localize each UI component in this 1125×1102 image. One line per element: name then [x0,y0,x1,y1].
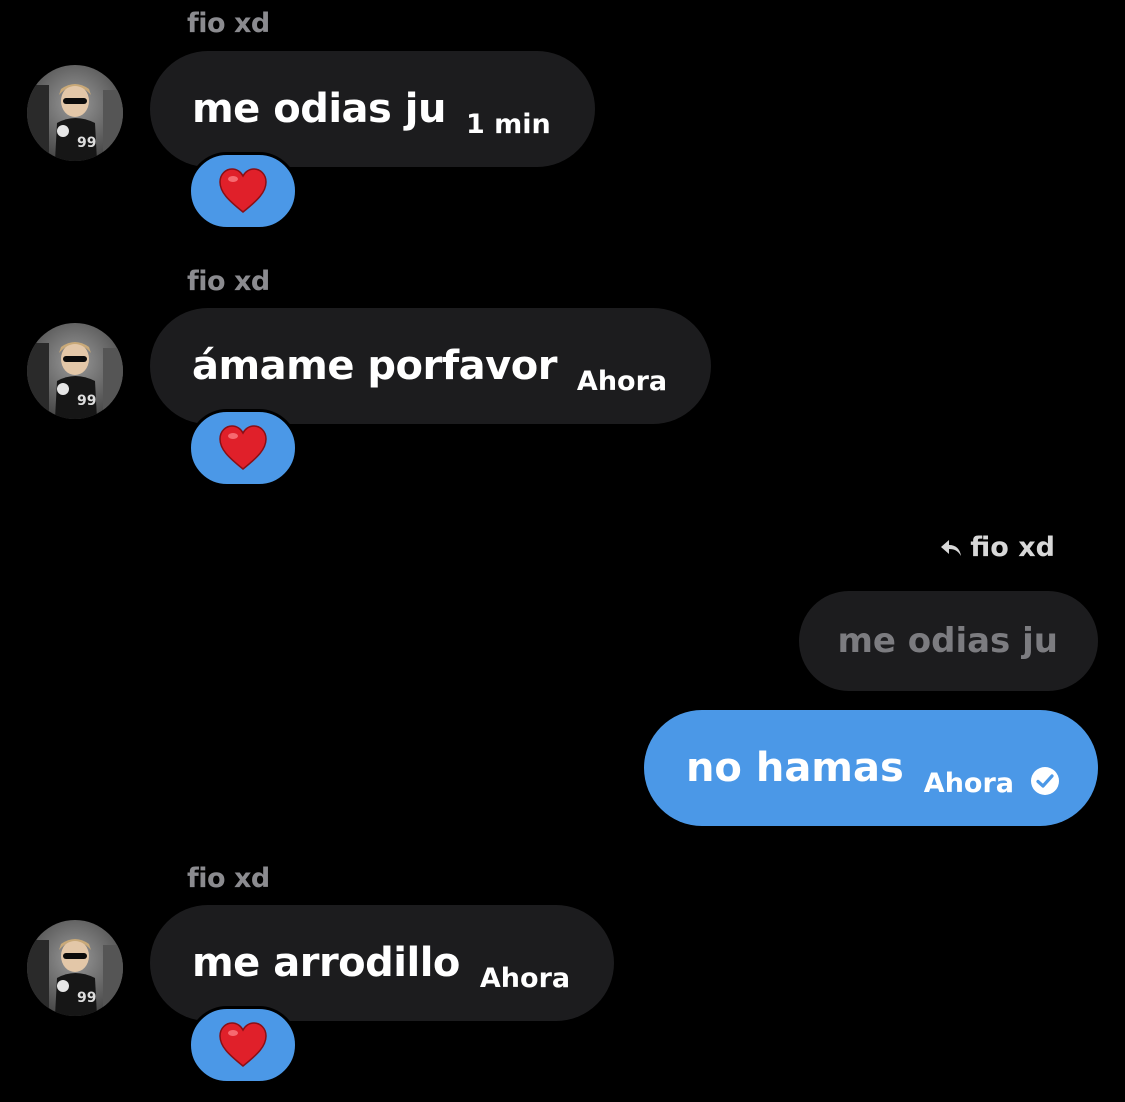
red-heart-icon [219,1022,267,1067]
message-timestamp: Ahora [576,365,668,397]
message-text: me odias ju [192,86,446,132]
message-timestamp: 1 min [465,108,551,140]
avatar[interactable]: 99 [27,920,123,1016]
quoted-text: me odias ju [837,621,1058,661]
svg-text:99: 99 [77,393,96,409]
avatar[interactable]: 99 [27,323,123,419]
message-bubble[interactable]: ámame porfavor Ahora [150,308,712,424]
svg-text:99: 99 [77,135,96,151]
reaction-badge[interactable] [188,152,298,230]
reply-context-label: fio xd [940,532,1055,563]
reply-sender-name: fio xd [970,532,1055,563]
svg-text:99: 99 [77,990,96,1006]
sender-name: fio xd [187,863,270,894]
message-text: no hamas [685,745,904,791]
message-timestamp: Ahora [923,767,1014,799]
sender-name: fio xd [187,266,270,297]
red-heart-icon [219,168,267,213]
avatar[interactable]: 99 [27,65,123,161]
sender-name: fio xd [187,8,270,39]
reaction-badge[interactable] [188,1006,298,1084]
message-timestamp: Ahora [479,962,571,994]
quoted-message[interactable]: me odias ju [799,591,1098,691]
outgoing-message-bubble[interactable]: no hamas Ahora [643,710,1098,826]
message-text: me arrodillo [192,940,460,986]
chat-thread: fio xd 99 me odias ju 1 min fio xd 99 ám… [0,0,1125,1102]
message-bubble[interactable]: me arrodillo Ahora [150,905,615,1021]
message-bubble[interactable]: me odias ju 1 min [150,51,595,167]
message-text: ámame porfavor [192,343,557,389]
red-heart-icon [219,425,267,470]
reply-arrow-icon [941,539,962,556]
check-circle-icon [1030,766,1060,796]
reaction-badge[interactable] [188,409,298,487]
